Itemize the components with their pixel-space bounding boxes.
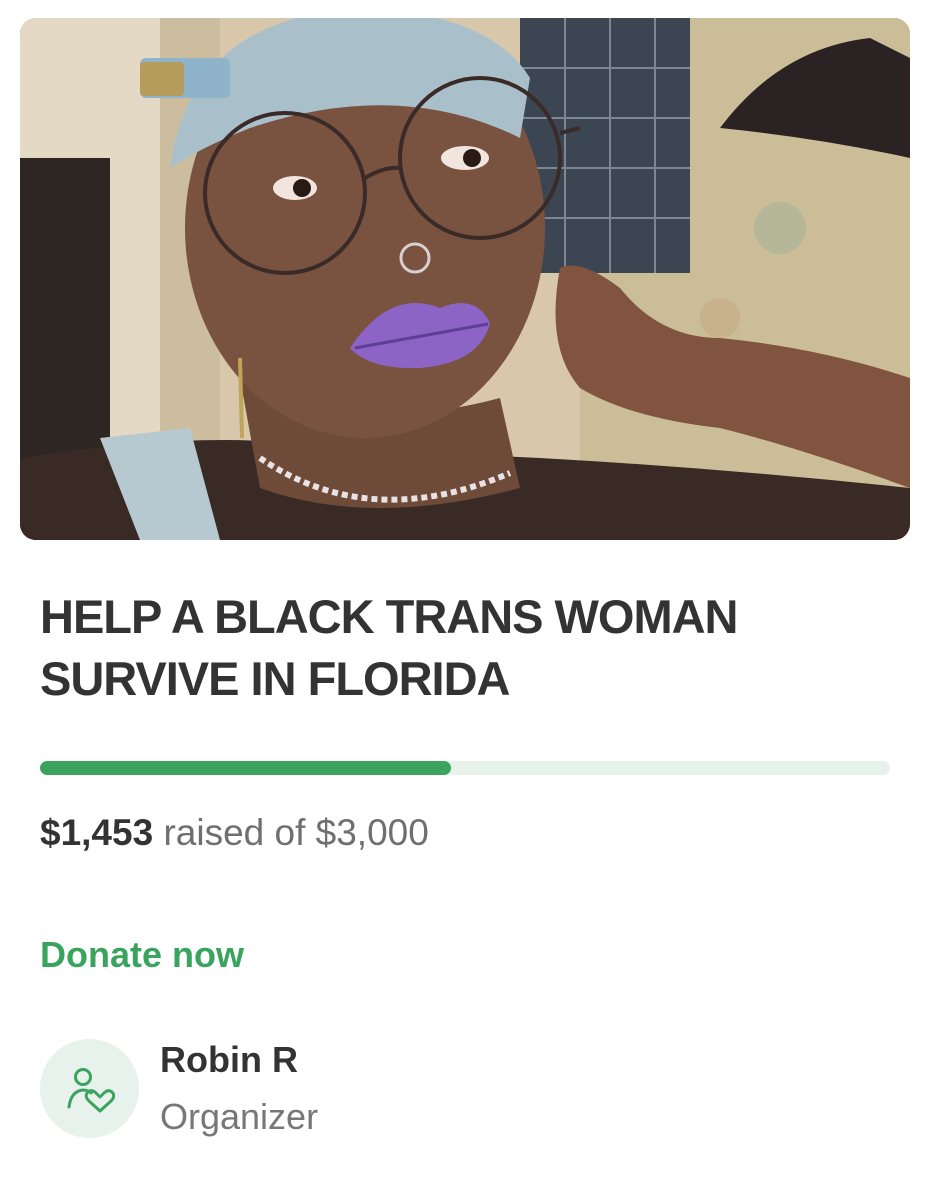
organizer-role: Organizer [160,1096,319,1137]
campaign-card: HELP A BLACK TRANS WOMAN SURVIVE IN FLOR… [0,0,930,1200]
amount-raised-summary: $1,453 raised of $3,000 [40,808,429,858]
organizer-block[interactable]: Robin R Organizer [40,1039,640,1139]
campaign-title[interactable]: HELP A BLACK TRANS WOMAN SURVIVE IN FLOR… [40,586,900,710]
donate-now-link[interactable]: Donate now [40,930,244,980]
campaign-title-line2: SURVIVE IN FLORIDA [40,652,510,705]
amount-raised: $1,453 [40,812,154,853]
organizer-avatar [40,1039,139,1138]
fundraising-progress-bar [40,761,890,775]
campaign-photo[interactable] [20,18,910,540]
organizer-name: Robin R [160,1039,298,1080]
amount-goal-text: raised of $3,000 [163,812,429,853]
fundraising-progress-fill [40,761,452,775]
user-heart-icon [67,1068,115,1113]
campaign-title-line1: HELP A BLACK TRANS WOMAN [40,590,739,643]
campaign-photo-illustration [20,18,910,540]
